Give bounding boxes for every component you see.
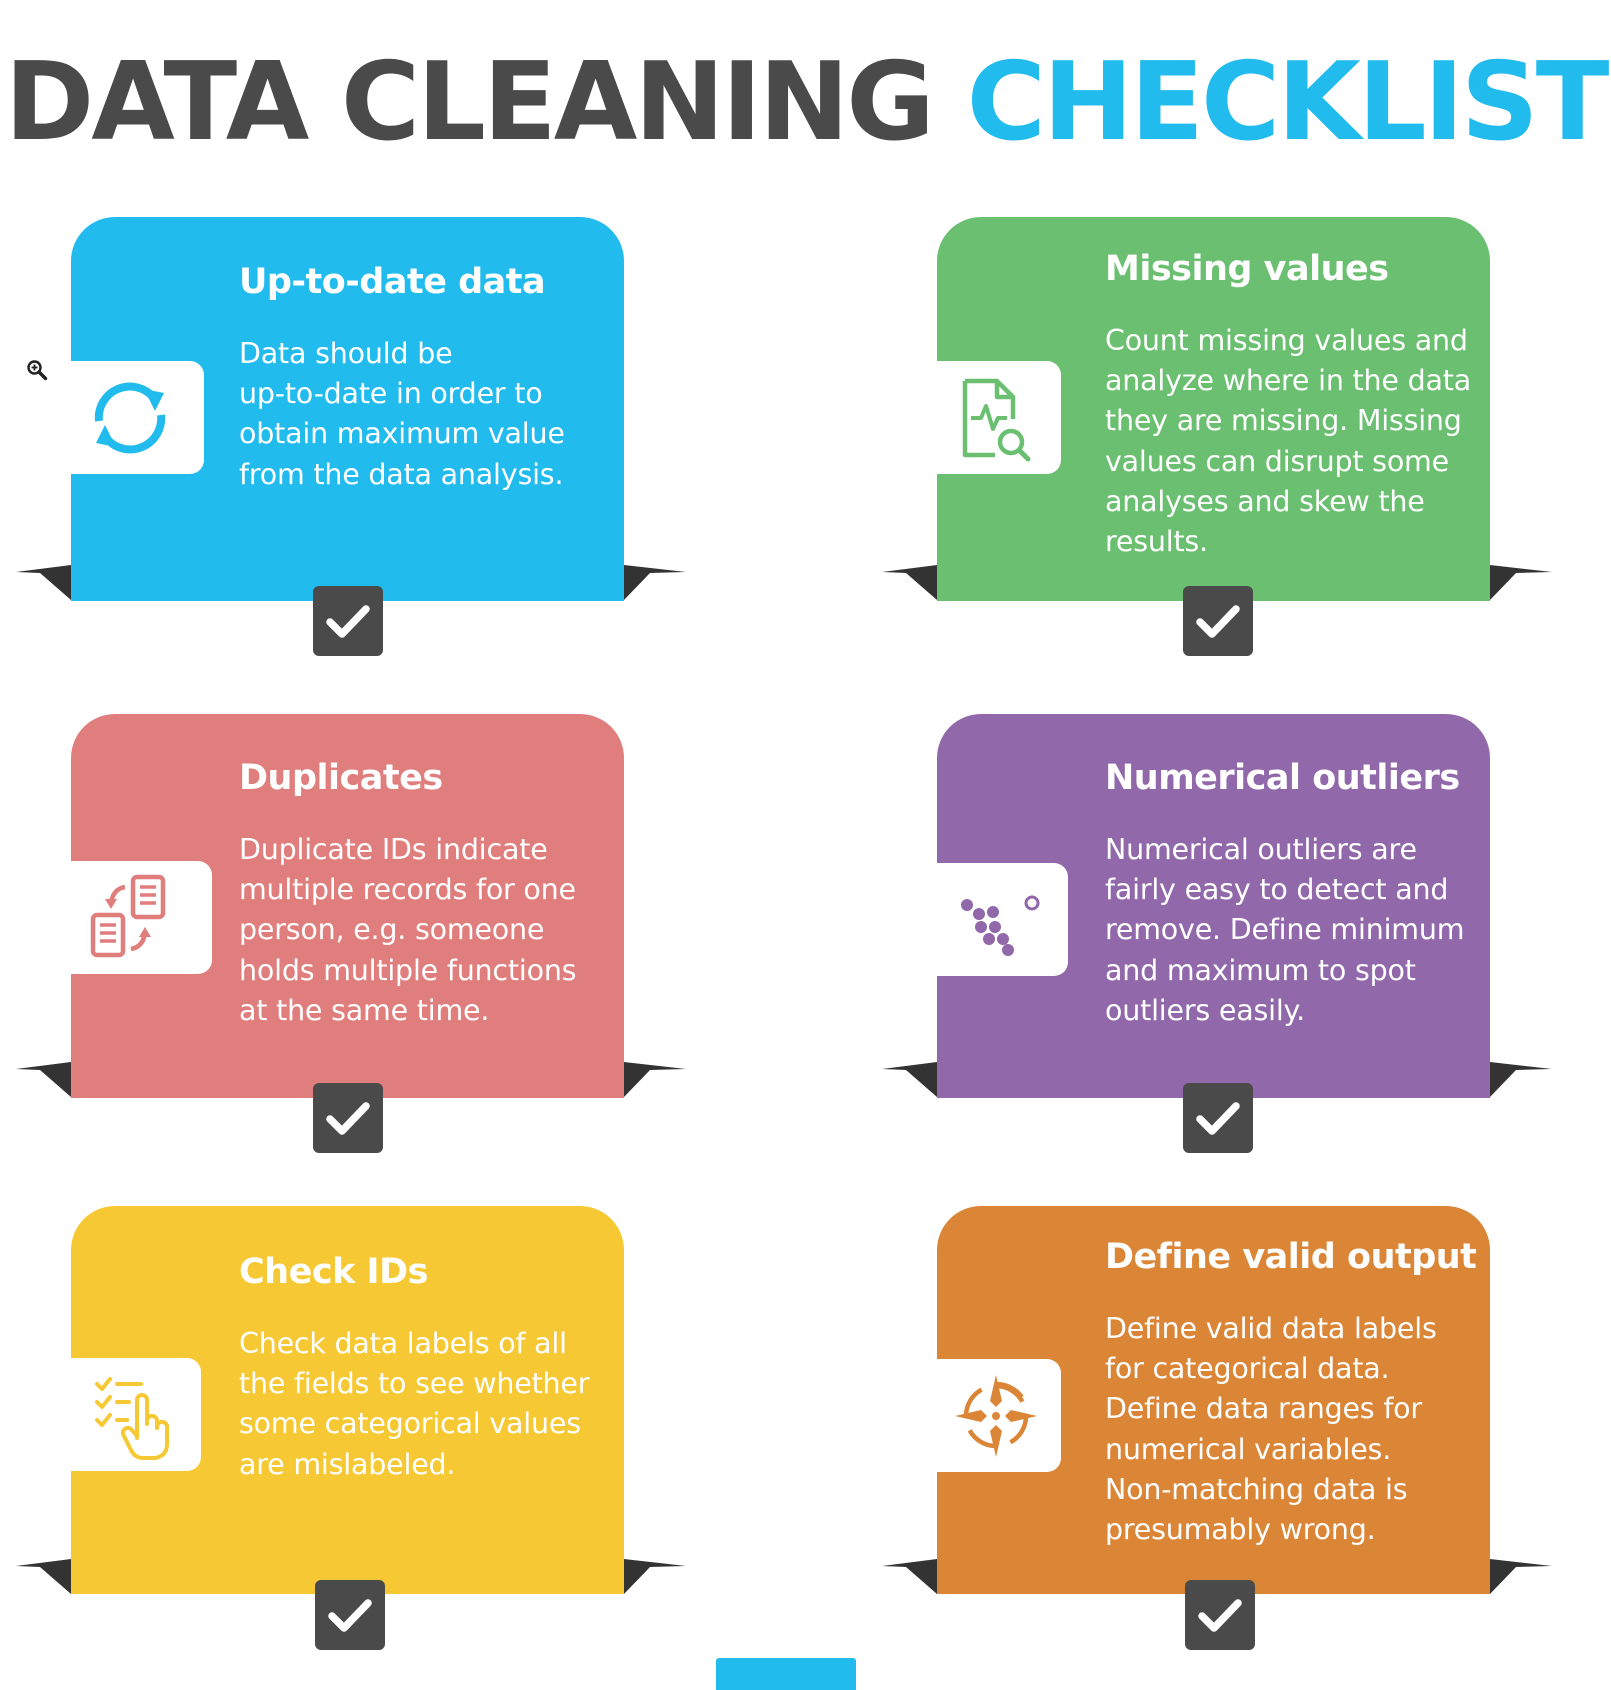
card-icon-tab bbox=[71, 361, 204, 474]
checkmark-icon bbox=[1198, 1599, 1242, 1632]
card-description: Count missing values and analyze where i… bbox=[1105, 324, 1471, 559]
card-icon-tab bbox=[71, 861, 212, 974]
title-part-dark: DATA CLEANING bbox=[4, 40, 935, 165]
card-check-ids: Check IDs Check data labels of all the f… bbox=[71, 1206, 624, 1594]
card-missing-values: Missing values Count missing values and … bbox=[937, 217, 1490, 601]
card-heading: Numerical outliers bbox=[1105, 758, 1460, 798]
scatter-outlier-icon bbox=[961, 895, 1040, 956]
next-button[interactable] bbox=[716, 1658, 856, 1690]
checkmark-icon bbox=[1196, 1102, 1240, 1135]
card-heading: Define valid output bbox=[1105, 1237, 1477, 1277]
card-icon-tab bbox=[937, 863, 1068, 976]
card-description: Data should be up-to-date in order to ob… bbox=[239, 337, 565, 491]
card-description: Numerical outliers are fairly easy to de… bbox=[1105, 833, 1465, 1027]
card-icon-tab bbox=[937, 1359, 1061, 1472]
card-icon-tab bbox=[71, 1358, 201, 1471]
card-heading: Duplicates bbox=[239, 758, 443, 798]
zoom-icon[interactable] bbox=[26, 359, 48, 381]
card-description: Check data labels of all the fields to s… bbox=[239, 1327, 590, 1481]
card-up-to-date-data: Up-to-date data Data should be up-to-dat… bbox=[71, 217, 624, 601]
checkbox-duplicates[interactable] bbox=[313, 1083, 383, 1153]
checkbox-missing-values[interactable] bbox=[1183, 586, 1253, 656]
target-crosshair-icon bbox=[955, 1375, 1037, 1457]
checkbox-define-valid-output[interactable] bbox=[1185, 1580, 1255, 1650]
checkmark-icon bbox=[326, 1102, 370, 1135]
card-duplicates: Duplicates Duplicate IDs indicate multip… bbox=[71, 714, 624, 1098]
checkmark-icon bbox=[326, 605, 370, 638]
refresh-icon bbox=[94, 382, 166, 454]
card-define-valid-output: Define valid output Define valid data la… bbox=[937, 1206, 1490, 1594]
card-numerical-outliers: Numerical outliers Numerical outliers ar… bbox=[937, 714, 1490, 1098]
checklist-hand-icon bbox=[95, 1377, 170, 1460]
checkmark-icon bbox=[1196, 605, 1240, 638]
card-heading: Missing values bbox=[1105, 249, 1389, 289]
card-description: Define valid data labels for categorical… bbox=[1105, 1312, 1437, 1547]
card-icon-tab bbox=[937, 361, 1061, 474]
page-title: DATA CLEANING CHECKLIST bbox=[0, 40, 1611, 165]
card-heading: Up-to-date data bbox=[239, 262, 546, 302]
duplicate-documents-icon bbox=[90, 874, 166, 958]
checkbox-up-to-date-data[interactable] bbox=[313, 586, 383, 656]
card-description: Duplicate IDs indicate multiple records … bbox=[239, 833, 577, 1027]
checkbox-check-ids[interactable] bbox=[315, 1580, 385, 1650]
checkbox-numerical-outliers[interactable] bbox=[1183, 1083, 1253, 1153]
card-heading: Check IDs bbox=[239, 1252, 428, 1292]
checkmark-icon bbox=[328, 1599, 372, 1632]
title-part-accent: CHECKLIST bbox=[966, 40, 1610, 165]
document-search-icon bbox=[962, 378, 1031, 462]
